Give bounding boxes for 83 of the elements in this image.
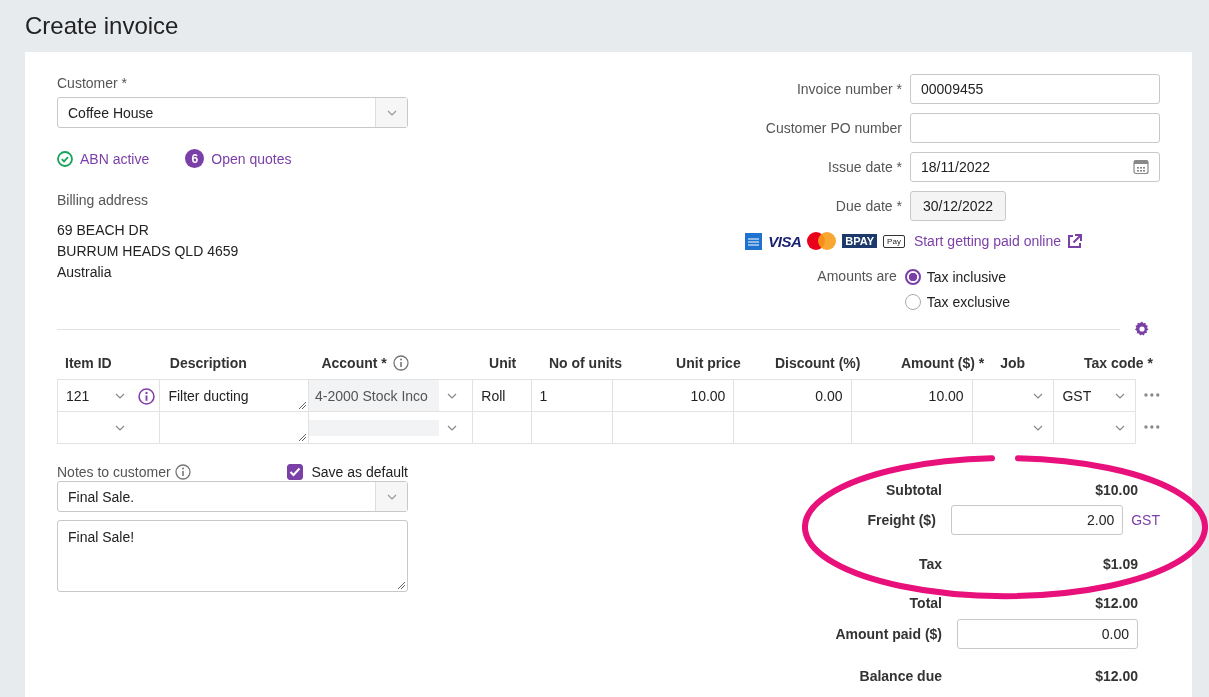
- total-label: Freight ($): [866, 512, 936, 528]
- column-header: Description: [169, 355, 247, 371]
- card-logo: VISA: [768, 232, 802, 250]
- abn-status-link[interactable]: ABN active: [80, 149, 150, 168]
- table-select[interactable]: 4-2000 Stock Inco: [308, 379, 474, 412]
- start-paid-online-link[interactable]: Start getting paid online: [913, 233, 1061, 249]
- info-icon: [174, 464, 191, 480]
- radio-button[interactable]: [904, 269, 921, 285]
- caret-icon: [386, 109, 397, 116]
- caret-icon: [1033, 425, 1044, 431]
- card-logo: Pay: [883, 234, 905, 248]
- field-label: Issue date *: [828, 159, 902, 175]
- customer-select[interactable]: Coffee House: [57, 97, 408, 128]
- address-line: BURRUM HEADS QLD 4659: [57, 242, 239, 261]
- card-logo: BPAY: [842, 234, 878, 248]
- date-field[interactable]: 18/11/2022: [910, 152, 1160, 182]
- address-line: 69 BEACH DR: [57, 221, 149, 240]
- info-icon[interactable]: [138, 388, 156, 405]
- caret-icon: [386, 493, 397, 500]
- total-label: Subtotal: [885, 481, 942, 498]
- caret-icon: [115, 425, 126, 431]
- caret-icon: [447, 393, 458, 399]
- field-label: Billing address: [57, 191, 149, 209]
- column-header: Amount ($) *: [900, 355, 985, 371]
- external-link-icon: [1067, 233, 1082, 249]
- column-header: Item ID: [65, 355, 112, 371]
- table-select[interactable]: [57, 411, 161, 444]
- settings-icon[interactable]: [1134, 321, 1150, 337]
- caret-icon: [1033, 393, 1044, 399]
- resize-grip-icon: [298, 433, 306, 441]
- table-select[interactable]: [1053, 411, 1137, 444]
- field-label: Customer PO number: [765, 120, 902, 136]
- address-line: Australia: [57, 263, 112, 282]
- check-circle-icon: [57, 150, 73, 167]
- resize-grip-icon: [397, 581, 405, 589]
- field-label: Amounts are: [817, 268, 897, 286]
- more-options-icon[interactable]: [1144, 425, 1160, 429]
- count-badge: 6: [185, 149, 205, 168]
- caret-icon: [1115, 425, 1126, 431]
- amount-field[interactable]: 2.00: [950, 505, 1124, 535]
- more-options-icon[interactable]: [1144, 393, 1160, 397]
- caret-icon: [447, 425, 458, 431]
- total-value: $12.00: [1094, 594, 1138, 611]
- field-label: Due date *: [835, 198, 902, 214]
- total-value: $1.09: [1101, 555, 1138, 572]
- radio-label: Tax inclusive: [926, 269, 1007, 285]
- text-field[interactable]: [910, 113, 1160, 143]
- open-quotes-link[interactable]: Open quotes: [211, 149, 292, 168]
- calendar-icon: [1133, 159, 1149, 175]
- table-select[interactable]: 121: [57, 379, 161, 412]
- mastercard-icon: [807, 232, 837, 250]
- due-date-button[interactable]: 30/12/2022: [910, 191, 1007, 221]
- column-header: Account *: [321, 355, 387, 371]
- text-field[interactable]: 00009455: [910, 74, 1160, 104]
- table-select[interactable]: GST: [1053, 379, 1137, 412]
- column-header: Job: [1000, 355, 1026, 371]
- column-header: Tax code *: [1084, 355, 1153, 371]
- page-title: Create invoice: [25, 12, 179, 40]
- radio-label: Tax exclusive: [926, 294, 1010, 310]
- notes-textarea[interactable]: Final Sale!: [57, 520, 408, 592]
- total-value: $12.00: [1094, 667, 1138, 684]
- caret-icon: [1115, 393, 1126, 399]
- checkbox[interactable]: [287, 464, 304, 480]
- field-label: Notes to customer: [57, 463, 171, 481]
- column-header: Unit: [489, 355, 517, 371]
- total-label: Total: [908, 594, 942, 611]
- field-label: Invoice number *: [796, 81, 902, 97]
- notes-template-select[interactable]: Final Sale.: [57, 481, 408, 512]
- table-select[interactable]: [308, 411, 474, 444]
- tax-code-link[interactable]: GST: [1131, 512, 1160, 528]
- column-header: Discount (%): [774, 355, 861, 371]
- checkbox-label: Save as default: [311, 464, 408, 480]
- column-header: No of units: [548, 355, 623, 371]
- total-label: Balance due: [858, 667, 942, 684]
- field-label: Customer *: [57, 74, 128, 92]
- card-logo-icon: [745, 232, 763, 250]
- column-header: Unit price: [676, 355, 741, 371]
- caret-icon: [115, 393, 126, 399]
- total-label: Amount paid ($): [834, 626, 942, 642]
- amount-field[interactable]: 0.00: [957, 619, 1138, 649]
- total-label: Tax: [917, 555, 942, 572]
- total-value: $10.00: [1094, 481, 1138, 498]
- resize-grip-icon: [298, 401, 306, 409]
